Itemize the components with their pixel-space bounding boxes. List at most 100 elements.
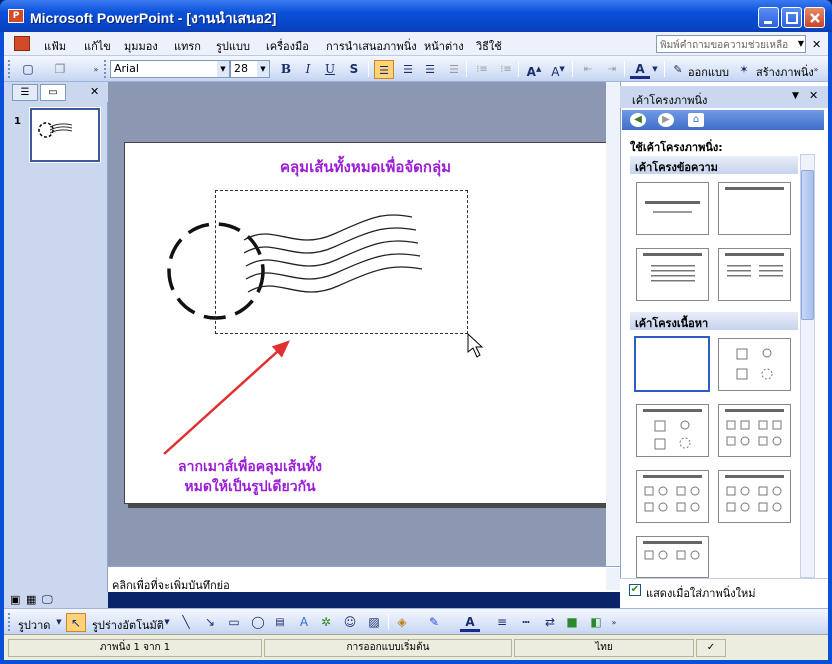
arrow-style-icon[interactable]: ⇄	[540, 613, 560, 632]
powerpoint-icon[interactable]: P	[8, 9, 24, 23]
help-search-input[interactable]: พิมพ์คำถามขอความช่วยเหลือ	[656, 35, 806, 53]
toolbar-options-icon[interactable]: »	[810, 60, 822, 79]
notes-placeholder[interactable]: คลิกเพื่อที่จะเพิ่มบันทึกย่อ	[112, 576, 230, 594]
align-center-icon[interactable]: ☰	[398, 60, 418, 79]
caption-line-1[interactable]: ลากเมาส์เพื่อคลุมเส้นทั้ง	[150, 456, 350, 478]
increase-indent-icon[interactable]: ⇥	[602, 60, 622, 79]
slide-thumbnail[interactable]	[29, 107, 101, 163]
menu-file[interactable]: แฟ้ม	[44, 37, 66, 55]
home-icon[interactable]: ⌂	[688, 113, 704, 127]
shadow-style-icon[interactable]: ■	[562, 613, 582, 632]
toolbar-grip[interactable]	[8, 613, 11, 631]
3d-style-icon[interactable]: ◧	[586, 613, 606, 632]
menu-insert[interactable]: แทรก	[174, 37, 201, 55]
minimize-button[interactable]	[758, 7, 779, 28]
back-icon[interactable]: ◀	[630, 113, 646, 127]
draw-menu-button[interactable]: รูปวาด	[18, 616, 50, 634]
layout-title-slide[interactable]	[636, 182, 709, 235]
chevron-down-icon[interactable]: ▼	[796, 36, 806, 52]
chevron-down-icon[interactable]: ▼	[792, 91, 799, 101]
task-pane-title[interactable]: เค้าโครงภาพนิ่ง	[632, 91, 707, 109]
chevron-down-icon[interactable]: ▼	[54, 613, 64, 632]
notes-scrollbar[interactable]	[606, 568, 620, 590]
underline-button[interactable]: U	[320, 60, 340, 79]
oval-tool-icon[interactable]: ◯	[248, 613, 268, 632]
chevron-down-icon[interactable]: ▼	[257, 61, 269, 77]
justify-icon[interactable]: ☰	[444, 60, 464, 79]
normal-view-icon[interactable]: ▣	[10, 593, 20, 606]
menu-window[interactable]: หน้าต่าง	[424, 37, 464, 55]
layout-blank[interactable]	[634, 336, 710, 392]
chevron-down-icon[interactable]: ▼	[162, 613, 172, 632]
decrease-font-icon[interactable]: A▼	[548, 60, 568, 79]
align-right-icon[interactable]: ☰	[420, 60, 440, 79]
decrease-indent-icon[interactable]: ⇤	[578, 60, 598, 79]
new-slide-button[interactable]: สร้างภาพนิ่ง	[756, 63, 814, 81]
design-icon[interactable]: ✎	[668, 60, 688, 79]
chevron-down-icon[interactable]: ▼	[650, 60, 660, 79]
show-on-insert-checkbox[interactable]: ✔	[629, 584, 641, 596]
arrow-tool-icon[interactable]: ↘	[200, 613, 220, 632]
diagram-icon[interactable]: ✲	[316, 613, 336, 632]
toolbar-grip-2[interactable]	[104, 60, 107, 78]
layout-title-and-content[interactable]	[636, 404, 709, 457]
spelling-status-icon[interactable]: ✓	[696, 639, 726, 657]
increase-font-icon[interactable]: A▲	[524, 60, 544, 79]
layout-title-only[interactable]	[718, 182, 791, 235]
autoshapes-menu-button[interactable]: รูปร่างอัตโนมัติ	[92, 616, 164, 634]
bullet-list-icon[interactable]: ⁝≡	[496, 60, 516, 79]
bold-button[interactable]: B	[276, 60, 296, 79]
menu-view[interactable]: มุมมอง	[124, 37, 158, 55]
textbox-tool-icon[interactable]: ▤	[270, 613, 290, 632]
layout-two-column-text[interactable]	[718, 248, 791, 301]
toolbar-grip[interactable]	[8, 60, 11, 78]
chevron-down-icon[interactable]: ▼	[217, 61, 229, 77]
rectangle-tool-icon[interactable]: ▭	[224, 613, 244, 632]
layout-four-content[interactable]	[718, 470, 791, 523]
dash-style-icon[interactable]: ┅	[516, 613, 536, 632]
line-color-icon[interactable]: ✎	[424, 613, 444, 632]
layout-content-partial[interactable]	[636, 536, 709, 578]
new-document-icon[interactable]: ▢	[18, 60, 38, 79]
show-on-insert-label[interactable]: แสดงเมื่อใส่ภาพนิ่งใหม่	[646, 584, 755, 602]
forward-icon[interactable]: ▶	[658, 113, 674, 127]
menu-format[interactable]: รูปแบบ	[216, 37, 250, 55]
toolbar-options-icon[interactable]: »	[608, 613, 620, 632]
toolbar-options-icon[interactable]: »	[86, 60, 106, 79]
numbered-list-icon[interactable]: ⁝≡	[472, 60, 492, 79]
slides-tab-icon[interactable]: ▭	[40, 84, 66, 101]
font-color-icon[interactable]: A	[630, 60, 650, 79]
close-button[interactable]	[804, 7, 825, 28]
select-pointer-icon[interactable]: ↖	[66, 613, 86, 632]
menu-help[interactable]: วิธีใช้	[476, 37, 502, 55]
outline-tab-icon[interactable]: ☰	[12, 84, 38, 101]
menu-slideshow[interactable]: การนำเสนอภาพนิ่ง	[326, 37, 417, 55]
close-panel-icon[interactable]: ✕	[90, 85, 99, 98]
new-slide-icon[interactable]: ✶	[734, 60, 754, 79]
shadow-button[interactable]: S	[344, 60, 364, 79]
font-name-combo[interactable]: Arial ▼	[110, 60, 230, 78]
picture-icon[interactable]: ▨	[364, 613, 384, 632]
layout-title-content-2[interactable]	[636, 470, 709, 523]
slideshow-view-icon[interactable]: 🖵	[42, 593, 53, 607]
close-document-icon[interactable]: ✕	[812, 38, 821, 51]
clipart-icon[interactable]: ☺	[340, 613, 360, 632]
caption-line-2[interactable]: หมดให้เป็นรูปเดียวกัน	[150, 476, 350, 498]
font-size-combo[interactable]: 28 ▼	[230, 60, 270, 78]
fill-color-icon[interactable]: ◈	[392, 613, 412, 632]
layout-content[interactable]	[718, 338, 791, 391]
maximize-button[interactable]	[781, 7, 802, 28]
task-pane-scroll-thumb[interactable]	[801, 170, 814, 320]
font-color-icon[interactable]: A	[460, 613, 480, 632]
italic-button[interactable]: I	[298, 60, 318, 79]
slide-sorter-icon[interactable]: ▦	[26, 593, 36, 606]
copy-icon[interactable]: ❐	[50, 60, 70, 79]
layout-title-and-text[interactable]	[636, 248, 709, 301]
menu-edit[interactable]: แก้ไข	[84, 37, 111, 55]
line-style-icon[interactable]: ≡	[492, 613, 512, 632]
layout-two-content[interactable]	[718, 404, 791, 457]
design-button[interactable]: ออกแบบ	[688, 63, 729, 81]
document-icon[interactable]	[14, 36, 30, 51]
wordart-icon[interactable]: A	[294, 613, 314, 632]
main-vertical-scrollbar[interactable]	[606, 82, 620, 566]
